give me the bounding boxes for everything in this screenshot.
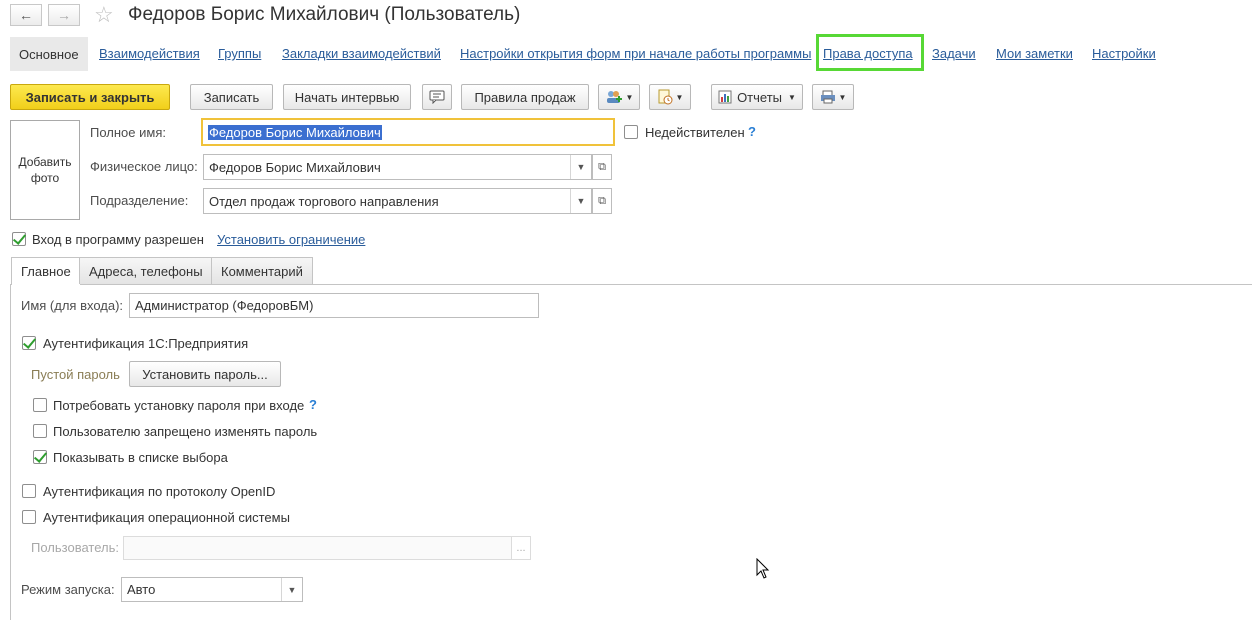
chevron-down-icon: ▼: [788, 92, 796, 102]
auth-1c-label: Аутентификация 1С:Предприятия: [43, 336, 249, 351]
tab-comment[interactable]: Комментарий: [211, 257, 313, 284]
nav-link-tasks[interactable]: Задачи: [932, 46, 976, 61]
comment-button[interactable]: [422, 84, 452, 110]
users-menu-button[interactable]: ▼: [598, 84, 640, 110]
forbid-change-label: Пользователю запрещено изменять пароль: [53, 424, 318, 439]
favorite-star-icon[interactable]: ☆: [94, 2, 114, 28]
launch-mode-value: Авто: [127, 582, 156, 597]
require-password-checkbox[interactable]: [33, 398, 47, 412]
department-value: Отдел продаж торгового направления: [209, 193, 439, 209]
mouse-cursor-icon: [756, 558, 770, 579]
sales-rules-button[interactable]: Правила продаж: [461, 84, 589, 110]
nav-tab-main[interactable]: Основное: [10, 37, 88, 71]
auth-1c-checkbox[interactable]: [22, 336, 36, 350]
os-user-label: Пользователь:: [31, 540, 119, 555]
forward-button[interactable]: →: [48, 4, 80, 26]
show-in-list-label: Показывать в списке выбора: [53, 450, 228, 465]
launch-mode-label: Режим запуска:: [21, 582, 115, 597]
login-allowed-label: Вход в программу разрешен: [32, 232, 204, 247]
arrow-right-icon: →: [57, 7, 71, 23]
chevron-down-icon[interactable]: ▼: [570, 189, 591, 213]
require-password-label: Потребовать установку пароля при входе: [53, 398, 305, 413]
speech-bubble-icon: [429, 90, 445, 104]
nav-link-form-open-settings[interactable]: Настройки открытия форм при начале работ…: [460, 46, 811, 61]
open-window-icon: ⧉: [598, 194, 606, 207]
chevron-down-icon: ▼: [625, 92, 634, 102]
reports-label: Отчеты: [737, 89, 782, 105]
openid-label: Аутентификация по протоколу OpenID: [43, 484, 276, 499]
full-name-label: Полное имя:: [90, 125, 166, 140]
person-value: Федоров Борис Михайлович: [209, 159, 381, 175]
invalid-checkbox[interactable]: [624, 125, 638, 139]
login-allowed-checkbox[interactable]: [12, 232, 26, 246]
os-user-input: [123, 536, 512, 560]
chevron-down-icon[interactable]: ▼: [570, 155, 591, 179]
department-label: Подразделение:: [90, 193, 189, 208]
add-photo-button[interactable]: Добавить фото: [10, 120, 80, 220]
open-window-icon: ⧉: [598, 160, 606, 173]
back-button[interactable]: ←: [10, 4, 42, 26]
login-name-value: Администратор (ФедоровБМ): [135, 298, 314, 313]
chevron-down-icon: ▼: [675, 92, 684, 102]
invalid-label: Недействителен: [645, 125, 745, 140]
os-auth-label: Аутентификация операционной системы: [43, 510, 290, 525]
nav-link-groups[interactable]: Группы: [218, 46, 261, 61]
set-password-button[interactable]: Установить пароль...: [129, 361, 281, 387]
launch-mode-select[interactable]: Авто ▼: [121, 577, 303, 602]
person-open-button[interactable]: ⧉: [592, 154, 612, 180]
nav-link-settings[interactable]: Настройки: [1092, 46, 1156, 61]
page-title: Федоров Борис Михайлович (Пользователь): [128, 4, 521, 25]
show-in-list-checkbox[interactable]: [33, 450, 47, 464]
chevron-down-icon: ▼: [838, 92, 847, 102]
tab-divider: [10, 284, 1252, 285]
full-name-input[interactable]: Федоров Борис Михайлович: [201, 118, 615, 146]
print-menu-button[interactable]: ▼: [812, 84, 854, 110]
department-open-button[interactable]: ⧉: [592, 188, 612, 214]
arrow-left-icon: ←: [19, 7, 33, 23]
nav-link-interactions[interactable]: Взаимодействия: [99, 46, 200, 61]
save-and-close-button[interactable]: Записать и закрыть: [10, 84, 170, 110]
access-rights-highlight: [816, 34, 924, 71]
documents-menu-button[interactable]: ▼: [649, 84, 691, 110]
require-password-help-icon[interactable]: ?: [309, 397, 317, 412]
invalid-help-icon[interactable]: ?: [748, 124, 756, 139]
tab-panel-border: [10, 284, 11, 620]
empty-password-label: Пустой пароль: [31, 367, 120, 382]
os-auth-checkbox[interactable]: [22, 510, 36, 524]
forbid-change-checkbox[interactable]: [33, 424, 47, 438]
set-restriction-link[interactable]: Установить ограничение: [217, 232, 365, 247]
save-button[interactable]: Записать: [190, 84, 273, 110]
openid-checkbox[interactable]: [22, 484, 36, 498]
nav-link-my-notes[interactable]: Мои заметки: [996, 46, 1073, 61]
department-select[interactable]: Отдел продаж торгового направления ▼: [203, 188, 592, 214]
person-label: Физическое лицо:: [90, 159, 198, 174]
print-icon: [820, 90, 835, 104]
nav-link-interaction-bookmarks[interactable]: Закладки взаимодействий: [282, 46, 441, 61]
person-select[interactable]: Федоров Борис Михайлович ▼: [203, 154, 592, 180]
users-icon: [606, 91, 622, 103]
os-user-select-button: ...: [511, 536, 531, 560]
tab-main[interactable]: Главное: [11, 257, 81, 285]
start-interview-button[interactable]: Начать интервью: [283, 84, 411, 110]
full-name-value: Федоров Борис Михайлович: [208, 124, 382, 140]
tab-addresses-phones[interactable]: Адреса, телефоны: [79, 257, 213, 284]
chevron-down-icon[interactable]: ▼: [281, 578, 302, 601]
reports-menu-button[interactable]: Отчеты ▼: [711, 84, 803, 110]
document-clock-icon: [658, 89, 673, 105]
login-name-input[interactable]: Администратор (ФедоровБМ): [129, 293, 539, 318]
report-chart-icon: [718, 90, 732, 104]
login-name-label: Имя (для входа):: [21, 298, 124, 313]
